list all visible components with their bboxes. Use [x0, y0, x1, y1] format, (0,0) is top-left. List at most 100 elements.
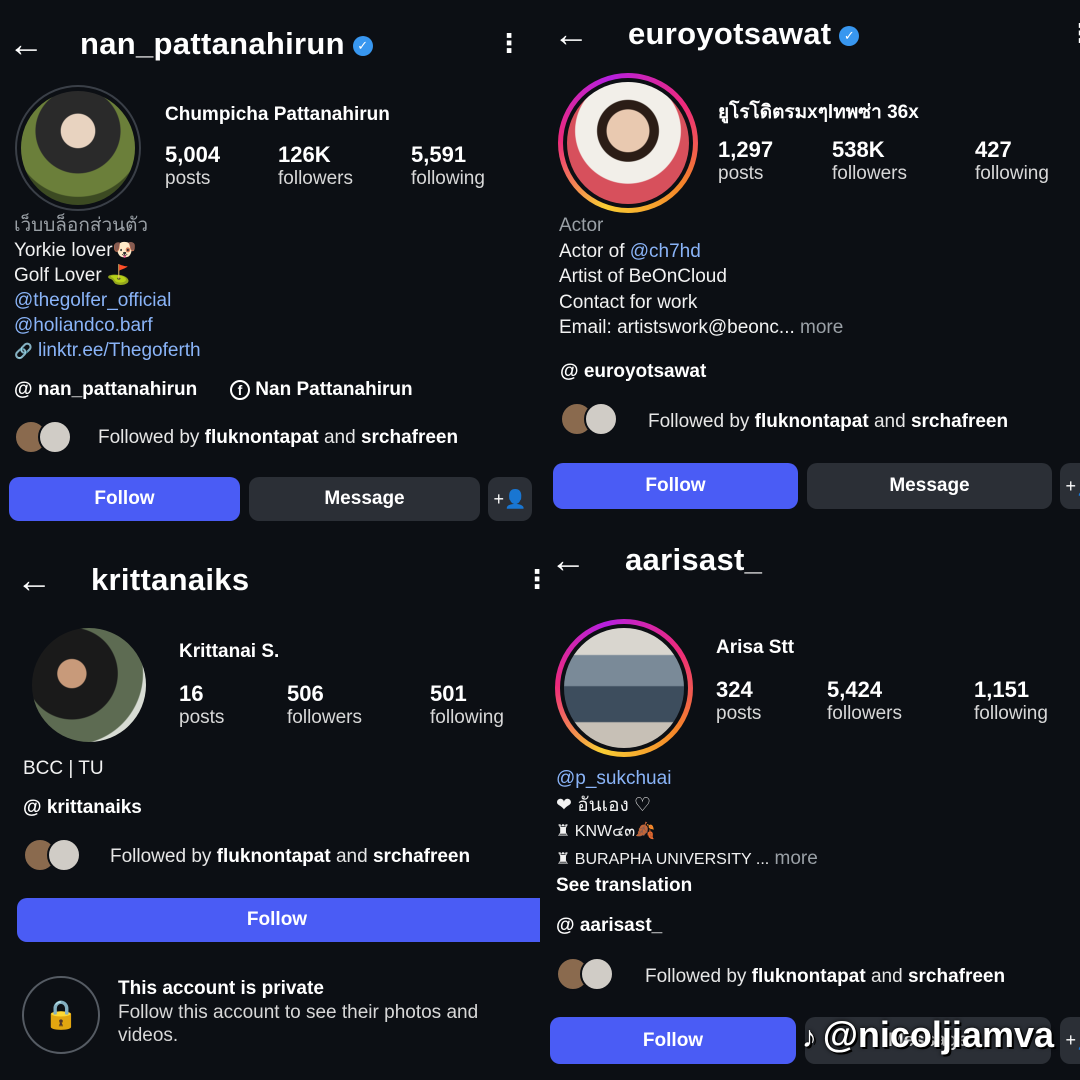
followed-by-text[interactable]: Followed by fluknontapat and srchafreen	[98, 427, 458, 449]
threads-badge[interactable]: @ krittanaiks	[23, 797, 142, 819]
profile-avatar[interactable]	[15, 85, 141, 211]
stat-posts[interactable]: 1,297 posts	[718, 137, 773, 185]
bio-mention-link[interactable]: @ch7hd	[630, 241, 701, 262]
bio-mention-link[interactable]: @p_sukchuai	[556, 766, 818, 793]
more-options-icon[interactable]: ⋮	[1070, 546, 1080, 572]
avatar	[584, 402, 618, 436]
stat-posts[interactable]: 16 posts	[179, 681, 224, 729]
avatar-photo	[567, 82, 689, 204]
email-text: Email: artistswork@beonc...	[559, 317, 795, 338]
bio-line: ♜ KNW๔๓🍂	[556, 823, 656, 840]
profile-avatar[interactable]	[32, 628, 146, 742]
followers-count: 126K	[278, 142, 331, 167]
threads-handle: krittanaiks	[46, 797, 142, 818]
follow-button[interactable]: Follow	[9, 477, 240, 521]
category-label: Actor	[559, 215, 604, 236]
threads-handle: euroyotsawat	[583, 361, 707, 382]
private-description: videos.	[118, 1025, 179, 1046]
more-options-icon[interactable]: ⋮	[496, 30, 522, 56]
more-link[interactable]: more	[775, 848, 818, 869]
stat-posts[interactable]: 5,004 posts	[165, 142, 220, 190]
bio-mention-link[interactable]: @holiandco.barf	[14, 313, 201, 338]
follow-button[interactable]: Follow	[17, 898, 540, 942]
stat-followers[interactable]: 5,424 followers	[827, 677, 902, 725]
username-text: krittanaiks	[91, 562, 250, 597]
message-button[interactable]: Message	[807, 463, 1052, 509]
avatar-photo	[564, 628, 684, 748]
facebook-icon: f	[230, 380, 250, 400]
facebook-badge[interactable]: f Nan Pattanahirun	[230, 379, 413, 401]
mutual-avatars	[14, 420, 72, 459]
more-options-icon[interactable]: ⋮	[1068, 20, 1080, 46]
facebook-name: Nan Pattanahirun	[255, 379, 413, 400]
profile-username: euroyotsawat ✓	[628, 16, 860, 52]
threads-icon: @	[14, 379, 33, 400]
add-person-icon[interactable]: +👤	[488, 477, 532, 521]
stat-following[interactable]: 1,151 following	[974, 677, 1048, 725]
threads-icon: @	[23, 797, 42, 818]
stat-followers[interactable]: 506 followers	[287, 681, 362, 729]
watermark-handle: @nicoljiamva	[822, 1014, 1054, 1055]
follow-button[interactable]: Follow	[553, 463, 798, 509]
stat-followers[interactable]: 538K followers	[832, 137, 907, 185]
follow-button[interactable]: Follow	[550, 1017, 796, 1064]
threads-icon: @	[560, 361, 579, 382]
back-arrow-icon[interactable]: ←	[16, 562, 52, 598]
category-label: เว็บบล็อกส่วนตัว	[14, 215, 149, 236]
profile-panel-krittanai: ← krittanaiks ⋮ Krittanai S. 16 posts 50…	[0, 540, 540, 1080]
stat-following[interactable]: 5,591 following	[411, 142, 485, 190]
add-person-icon[interactable]: +👤	[1060, 463, 1080, 509]
followers-count: 5,424	[827, 677, 883, 702]
profile-username: nan_pattanahirun ✓	[80, 26, 373, 62]
followed-by-text[interactable]: Followed by fluknontapat and srchafreen	[648, 411, 1008, 433]
back-arrow-icon[interactable]: ←	[8, 26, 44, 62]
bio-section: Actor Actor of @ch7hd Artist of BeOnClou…	[559, 213, 843, 341]
following-label: following	[974, 703, 1048, 724]
full-name: ยูโรโดิตรมxๆlทพซ่า 36x	[718, 102, 919, 123]
bio-line: Artist of BeOnCloud	[559, 266, 727, 287]
threads-badge[interactable]: @ aarisast_	[556, 915, 662, 937]
followed-prefix: Followed by	[645, 966, 747, 987]
threads-handle: aarisast_	[579, 915, 663, 936]
full-name: Chumpicha Pattanahirun	[165, 104, 390, 125]
private-lock-badge: 🔒	[22, 976, 100, 1054]
mutual-avatars	[560, 402, 618, 441]
private-description: Follow this account to see their photos …	[118, 1002, 479, 1023]
followers-count: 506	[287, 681, 324, 706]
threads-badge[interactable]: @ nan_pattanahirun	[14, 379, 197, 401]
mutual-user: fluknontapat	[204, 427, 319, 448]
mutual-user: fluknontapat	[751, 966, 866, 987]
stat-followers[interactable]: 126K followers	[278, 142, 353, 190]
more-link[interactable]: more	[800, 317, 843, 338]
following-count: 1,151	[974, 677, 1030, 702]
back-arrow-icon[interactable]: ←	[550, 542, 586, 578]
bio-line: Golf Lover ⛳	[14, 265, 131, 286]
followed-by-text[interactable]: Followed by fluknontapat and srchafreen	[645, 966, 1005, 988]
bio-line: Email: artistswork@beonc... more	[559, 315, 843, 341]
avatar-ring	[563, 78, 693, 208]
external-link[interactable]: 🔗 linktr.ee/Thegoferth	[14, 338, 201, 364]
see-translation-link[interactable]: See translation	[556, 873, 818, 900]
posts-label: posts	[716, 703, 762, 724]
stat-following[interactable]: 427 following	[975, 137, 1049, 185]
followed-joiner: and	[323, 427, 356, 448]
mutual-user: srchafreen	[372, 846, 471, 867]
stat-following[interactable]: 501 following	[430, 681, 504, 729]
followed-by-text[interactable]: Followed by fluknontapat and srchafreen	[110, 846, 470, 868]
profile-username: krittanaiks	[91, 562, 249, 598]
posts-count: 1,297	[718, 137, 774, 162]
message-button[interactable]: Message	[249, 477, 480, 521]
threads-badge[interactable]: @ euroyotsawat	[560, 361, 706, 383]
profile-avatar[interactable]	[558, 73, 698, 213]
profile-username: aarisast_	[625, 542, 762, 578]
profile-avatar[interactable]	[555, 619, 693, 757]
posts-label: posts	[165, 168, 211, 189]
stat-posts[interactable]: 324 posts	[716, 677, 761, 725]
link-icon: 🔗	[14, 343, 33, 360]
followers-label: followers	[287, 707, 362, 728]
posts-count: 324	[716, 677, 753, 702]
back-arrow-icon[interactable]: ←	[553, 16, 589, 52]
bio-mention-link[interactable]: @thegolfer_official	[14, 288, 201, 313]
add-person-icon[interactable]: +👤	[1060, 1017, 1080, 1064]
more-options-icon[interactable]: ⋮	[524, 566, 540, 592]
